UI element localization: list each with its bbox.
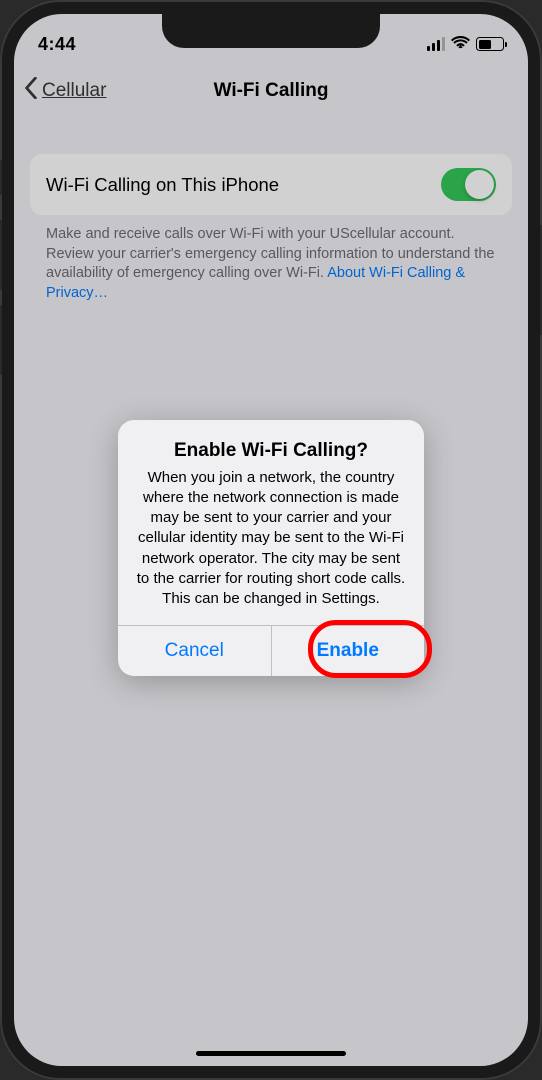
volume-up-button xyxy=(0,220,2,290)
screen: 4:44 Cellular Wi-Fi Calling xyxy=(14,14,528,1066)
mute-switch xyxy=(0,160,2,195)
alert-backdrop: Enable Wi-Fi Calling? When you join a ne… xyxy=(14,14,528,1066)
alert-buttons: Cancel Enable xyxy=(118,625,424,676)
volume-down-button xyxy=(0,305,2,375)
enable-button[interactable]: Enable xyxy=(272,626,425,676)
alert-dialog: Enable Wi-Fi Calling? When you join a ne… xyxy=(118,420,424,677)
alert-body: Enable Wi-Fi Calling? When you join a ne… xyxy=(118,420,424,626)
alert-message: When you join a network, the country whe… xyxy=(134,468,408,610)
cancel-button[interactable]: Cancel xyxy=(118,626,272,676)
alert-title: Enable Wi-Fi Calling? xyxy=(134,440,408,462)
phone-frame: 4:44 Cellular Wi-Fi Calling xyxy=(0,0,542,1080)
